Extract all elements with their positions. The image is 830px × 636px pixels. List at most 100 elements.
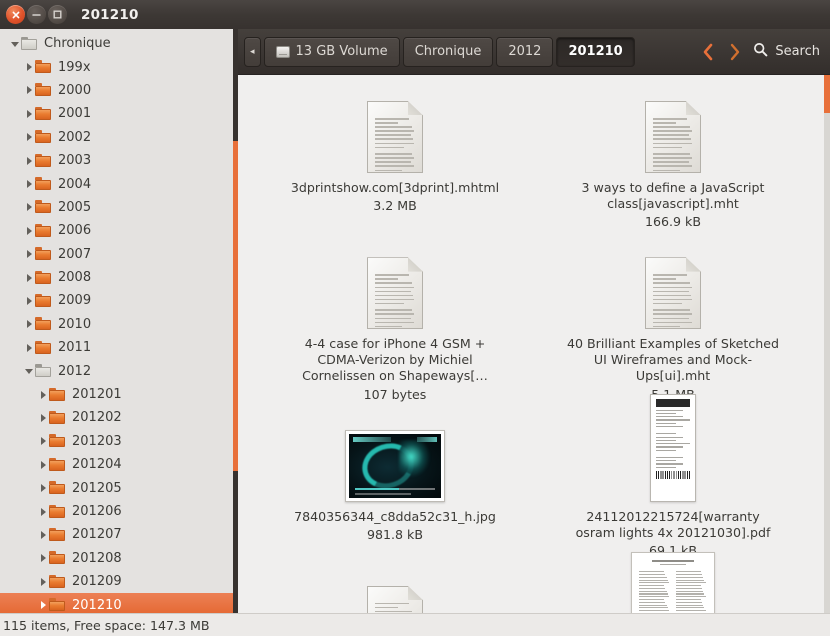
folder-orange-icon [35,154,52,168]
sidebar-item-201205[interactable]: 201205 [0,476,238,499]
document-icon [645,257,701,329]
path-toolbar: ◂13 GB Volume Chronique 2012 201210 Search [238,29,830,75]
file-name-label: 3dprintshow.com[3dprint].mhtml [291,180,499,196]
search-button[interactable]: Search [753,42,820,61]
sidebar-item-2000[interactable]: 2000 [0,79,238,102]
window-body: Chronique199x200020012002200320042005200… [0,29,830,636]
breadcrumb-button-13-gb-volume[interactable]: 13 GB Volume [264,37,400,67]
sidebar-item-2003[interactable]: 2003 [0,149,238,172]
sidebar-item-199x[interactable]: 199x [0,55,238,78]
chevron-right-icon[interactable] [22,156,35,166]
content-scrollbar-track[interactable] [824,75,830,636]
chevron-down-icon[interactable] [8,39,21,49]
sidebar-item-2009[interactable]: 2009 [0,289,238,312]
file-thumbnail [367,89,423,173]
file-icon-grid: 3dprintshow.com[3dprint].mhtml3.2 MB 3 w… [238,75,830,636]
chevron-right-icon[interactable] [22,132,35,142]
sidebar-item-label: 2007 [58,248,91,261]
forward-button[interactable] [727,43,741,61]
folder-orange-icon [35,177,52,191]
search-icon [753,42,768,61]
file-item[interactable]: 4-4 case for iPhone 4 GSM + CDMA-Verizon… [256,239,534,411]
sidebar-item-2006[interactable]: 2006 [0,219,238,242]
sidebar-item-201203[interactable]: 201203 [0,430,238,453]
sidebar-item-2005[interactable]: 2005 [0,196,238,219]
photo-thumbnail [345,430,445,502]
file-item[interactable]: 24112012215724[warranty osram lights 4x … [534,412,812,568]
chevron-right-icon[interactable] [36,530,49,540]
sidebar-item-2004[interactable]: 2004 [0,172,238,195]
chevron-right-icon[interactable] [36,483,49,493]
breadcrumb-button-201210[interactable]: 201210 [556,37,634,67]
folder-orange-icon [49,551,66,565]
file-item[interactable]: 3 ways to define a JavaScript class[java… [534,83,812,239]
chevron-right-icon[interactable] [36,600,49,610]
status-text: 115 items, Free space: 147.3 MB [3,618,210,633]
toolbar-right-group: Search [701,42,820,61]
sidebar-item-201207[interactable]: 201207 [0,523,238,546]
sidebar-item-2010[interactable]: 2010 [0,313,238,336]
breadcrumb-button-2012[interactable]: 2012 [496,37,553,67]
file-thumbnail [650,418,696,502]
folder-orange-icon [35,271,52,285]
chevron-right-icon[interactable] [22,109,35,119]
sidebar-item-label: 2003 [58,154,91,167]
breadcrumb-label: 2012 [508,44,541,59]
chevron-right-icon[interactable] [22,249,35,259]
sidebar-item-2012[interactable]: 2012 [0,359,238,382]
file-list-view[interactable]: 3dprintshow.com[3dprint].mhtml3.2 MB 3 w… [238,75,830,636]
sidebar-item-chronique[interactable]: Chronique [0,32,238,55]
back-button[interactable] [701,43,715,61]
file-name-label: 4-4 case for iPhone 4 GSM + CDMA-Verizon… [288,336,503,384]
content-scrollbar-thumb[interactable] [824,75,830,113]
breadcrumb-overflow-button[interactable]: ◂ [244,37,261,67]
chevron-right-icon[interactable] [22,226,35,236]
chevron-right-icon[interactable] [22,85,35,95]
folder-orange-icon [49,505,66,519]
file-item[interactable]: 7840356344_c8dda52c31_h.jpg981.8 kB [256,412,534,568]
folder-orange-icon [49,481,66,495]
sidebar-item-201201[interactable]: 201201 [0,383,238,406]
chevron-right-icon[interactable] [22,273,35,283]
chevron-right-icon[interactable] [36,460,49,470]
file-item[interactable]: 40 Brilliant Examples of Sketched UI Wir… [534,239,812,411]
minimize-icon[interactable] [27,5,46,24]
file-size-label: 107 bytes [364,387,427,402]
file-item[interactable]: 3dprintshow.com[3dprint].mhtml3.2 MB [256,83,534,239]
chevron-down-icon[interactable] [22,366,35,376]
chevron-right-icon[interactable] [22,343,35,353]
chevron-right-icon[interactable] [22,179,35,189]
chevron-right-icon[interactable] [36,390,49,400]
file-name-label: 3 ways to define a JavaScript class[java… [566,180,781,212]
sidebar-item-2002[interactable]: 2002 [0,126,238,149]
chevron-right-icon[interactable] [36,507,49,517]
file-size-label: 166.9 kB [645,214,701,229]
chevron-right-icon[interactable] [22,319,35,329]
sidebar-item-201209[interactable]: 201209 [0,570,238,593]
breadcrumb-button-chronique[interactable]: Chronique [403,37,494,67]
breadcrumb-label: Chronique [415,44,482,59]
sidebar-item-2001[interactable]: 2001 [0,102,238,125]
file-name-label: 40 Brilliant Examples of Sketched UI Wir… [566,336,781,384]
sidebar-item-201202[interactable]: 201202 [0,406,238,429]
sidebar-item-label: 201205 [72,482,122,495]
sidebar-item-201208[interactable]: 201208 [0,547,238,570]
sidebar-item-2011[interactable]: 2011 [0,336,238,359]
sidebar-item-201206[interactable]: 201206 [0,500,238,523]
chevron-right-icon[interactable] [36,413,49,423]
document-icon [367,101,423,173]
folder-orange-icon [35,200,52,214]
chevron-right-icon[interactable] [22,202,35,212]
sidebar-item-2008[interactable]: 2008 [0,266,238,289]
maximize-icon[interactable] [48,5,67,24]
sidebar-item-label: 2002 [58,131,91,144]
chevron-right-icon[interactable] [36,553,49,563]
chevron-right-icon[interactable] [22,296,35,306]
chevron-right-icon[interactable] [22,62,35,72]
sidebar-item-label: 201209 [72,575,122,588]
chevron-right-icon[interactable] [36,436,49,446]
close-icon[interactable] [6,5,25,24]
sidebar-item-201204[interactable]: 201204 [0,453,238,476]
chevron-right-icon[interactable] [36,577,49,587]
sidebar-item-2007[interactable]: 2007 [0,243,238,266]
